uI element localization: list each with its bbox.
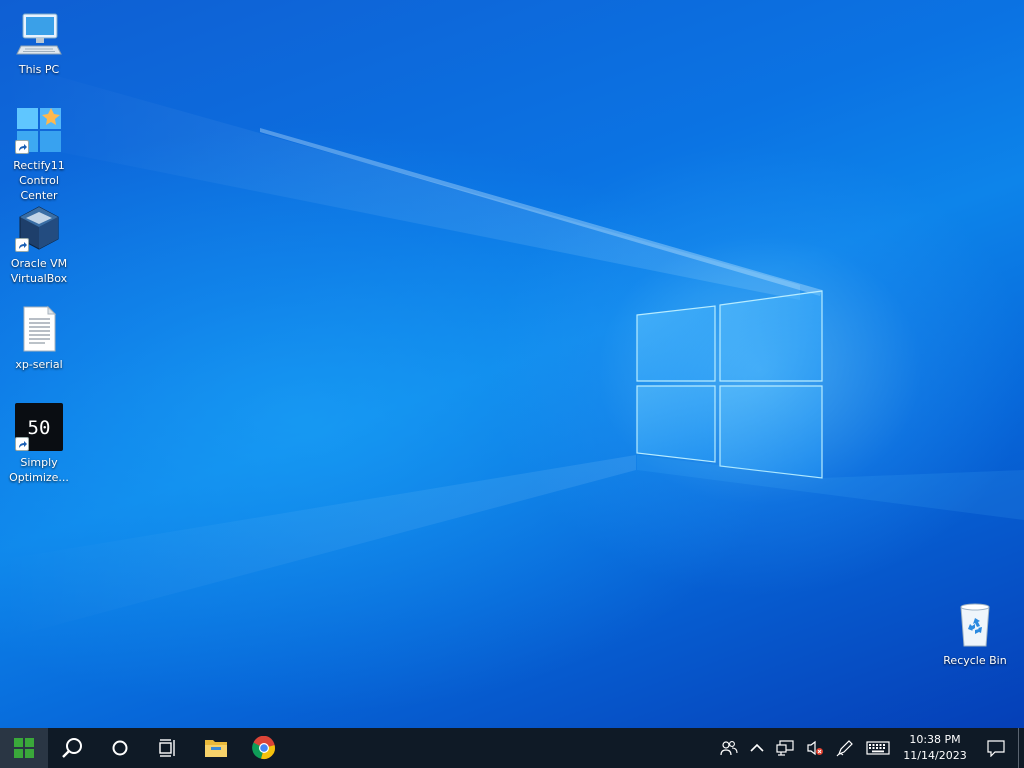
search-button[interactable]	[48, 728, 96, 768]
desktop-icon-label: This PC	[18, 63, 60, 76]
shortcut-arrow-icon	[15, 140, 29, 154]
desktop-icon-rectify11-control-center[interactable]: Rectify11 Control Center	[1, 106, 77, 203]
start-button[interactable]	[0, 728, 48, 768]
recycle-bin-icon	[951, 601, 999, 649]
action-center-button[interactable]	[974, 728, 1018, 768]
desktop-icon-this-pc[interactable]: This PC	[1, 10, 77, 77]
people-icon	[720, 741, 738, 756]
network-icon	[776, 740, 794, 756]
windows-logo-icon	[14, 738, 34, 758]
pen-icon	[836, 740, 853, 757]
people-button[interactable]	[714, 728, 744, 768]
shortcut-arrow-icon	[15, 238, 29, 252]
action-center-icon	[987, 740, 1005, 757]
simply-optimize-icon: 50	[15, 403, 63, 451]
search-icon	[62, 738, 82, 758]
simply-optimize-badge-text: 50	[28, 417, 51, 439]
rectify11-icon	[15, 106, 63, 154]
computer-icon	[15, 10, 63, 58]
volume-button[interactable]	[800, 728, 830, 768]
chevron-up-icon	[750, 743, 764, 752]
desktop-icon-label: Rectify11 Control Center	[13, 159, 65, 202]
text-file-icon	[15, 305, 63, 353]
file-explorer-button[interactable]	[192, 728, 240, 768]
keyboard-icon	[866, 741, 890, 755]
taskbar: 10:38 PM 11/14/2023	[0, 728, 1024, 768]
chrome-button[interactable]	[240, 728, 288, 768]
cortana-icon	[112, 740, 128, 756]
pen-workspace-button[interactable]	[830, 728, 860, 768]
desktop-icon-xp-serial[interactable]: xp-serial	[1, 305, 77, 372]
clock[interactable]: 10:38 PM 11/14/2023	[896, 728, 974, 768]
virtualbox-icon	[15, 204, 63, 252]
chrome-icon	[252, 736, 275, 759]
shortcut-arrow-icon	[15, 437, 29, 451]
touch-keyboard-button[interactable]	[860, 728, 896, 768]
folder-icon	[205, 740, 227, 757]
network-button[interactable]	[770, 728, 800, 768]
desktop-icon-simply-optimize[interactable]: 50 Simply Optimize...	[1, 403, 77, 485]
desktop-icon-label: Recycle Bin	[943, 654, 1007, 667]
system-tray: 10:38 PM 11/14/2023	[714, 728, 1024, 768]
show-desktop-button[interactable]	[1018, 728, 1024, 768]
desktop-icon-oracle-vm-virtualbox[interactable]: Oracle VM VirtualBox	[1, 204, 77, 286]
windows-logo-wallpaper-art	[0, 60, 1024, 640]
desktop-icon-recycle-bin[interactable]: Recycle Bin	[937, 601, 1013, 668]
desktop-icon-label: xp-serial	[15, 358, 63, 371]
cortana-button[interactable]	[96, 728, 144, 768]
show-hidden-icons-button[interactable]	[744, 728, 770, 768]
clock-date: 11/14/2023	[903, 749, 967, 762]
volume-muted-icon	[807, 740, 823, 756]
clock-time: 10:38 PM	[909, 733, 961, 746]
task-view-icon	[159, 739, 175, 757]
task-view-button[interactable]	[144, 728, 192, 768]
desktop-icon-label: Oracle VM VirtualBox	[10, 257, 68, 285]
desktop-icon-label: Simply Optimize...	[9, 456, 69, 484]
desktop-wallpaper[interactable]	[0, 0, 1024, 728]
